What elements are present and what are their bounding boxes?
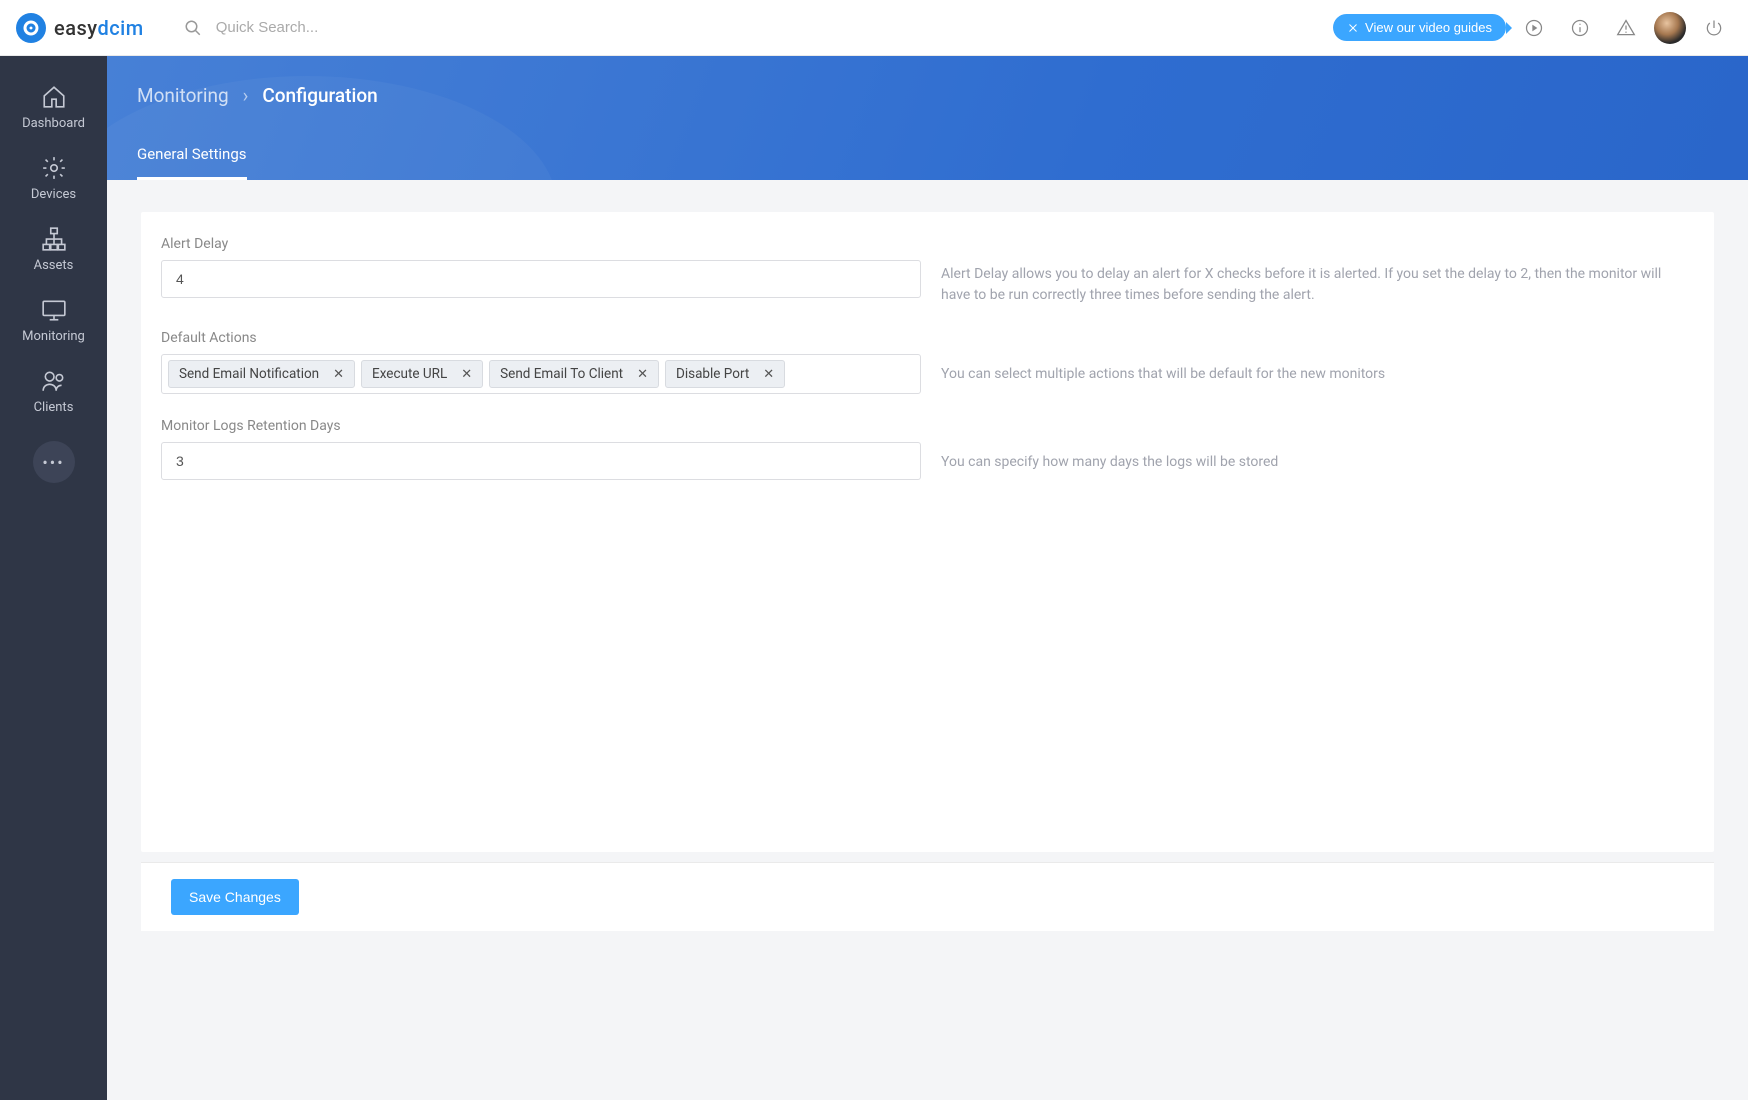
sidebar-more[interactable]: ••• xyxy=(33,441,75,483)
sidebar-item-dashboard[interactable]: Dashboard xyxy=(0,72,107,143)
sidebar-item-label: Dashboard xyxy=(22,116,85,131)
sidebar-item-assets[interactable]: Assets xyxy=(0,214,107,285)
search-icon xyxy=(184,19,202,37)
save-button[interactable]: Save Changes xyxy=(171,879,299,915)
tag-remove-icon[interactable]: ✕ xyxy=(763,367,774,382)
search-wrap xyxy=(184,19,1333,37)
info-icon xyxy=(1570,18,1590,38)
info-button[interactable] xyxy=(1562,10,1598,46)
default-actions-help: You can select multiple actions that wil… xyxy=(921,330,1694,385)
field-retention-days: Monitor Logs Retention Days You can spec… xyxy=(161,418,1694,480)
tag-label: Disable Port xyxy=(676,366,749,382)
sidebar-item-label: Monitoring xyxy=(22,329,85,344)
tabs: General Settings xyxy=(107,131,1748,180)
close-icon xyxy=(1347,22,1359,34)
top-header: easydcim View our video guides xyxy=(0,0,1748,56)
tag-label: Send Email To Client xyxy=(500,366,623,382)
users-icon xyxy=(41,368,67,394)
default-actions-input[interactable]: Send Email Notification ✕ Execute URL ✕ … xyxy=(161,354,921,394)
retention-input[interactable] xyxy=(161,442,921,480)
sidebar: Dashboard Devices Assets Monitoring Clie… xyxy=(0,56,107,1100)
settings-card: Alert Delay Alert Delay allows you to de… xyxy=(141,212,1714,852)
page-header: Monitoring › Configuration General Setti… xyxy=(107,56,1748,180)
logo-text: easydcim xyxy=(54,16,144,40)
tag-remove-icon[interactable]: ✕ xyxy=(637,367,648,382)
sidebar-item-label: Assets xyxy=(34,258,74,273)
tag-item: Disable Port ✕ xyxy=(665,360,785,388)
search-input[interactable] xyxy=(216,19,516,36)
alert-delay-help: Alert Delay allows you to delay an alert… xyxy=(921,236,1694,306)
power-button[interactable] xyxy=(1696,10,1732,46)
alert-button[interactable] xyxy=(1608,10,1644,46)
gear-icon xyxy=(41,155,67,181)
alert-delay-input[interactable] xyxy=(161,260,921,298)
tag-item: Send Email Notification ✕ xyxy=(168,360,355,388)
more-icon: ••• xyxy=(42,453,64,472)
video-guides-button[interactable]: View our video guides xyxy=(1333,14,1506,41)
tag-label: Send Email Notification xyxy=(179,366,319,382)
video-guides-label: View our video guides xyxy=(1365,20,1492,35)
field-default-actions: Default Actions Send Email Notification … xyxy=(161,330,1694,394)
chevron-right-icon: › xyxy=(243,84,249,107)
tag-remove-icon[interactable]: ✕ xyxy=(333,367,344,382)
logo-icon xyxy=(16,13,46,43)
play-circle-icon xyxy=(1524,18,1544,38)
main: Monitoring › Configuration General Setti… xyxy=(107,56,1748,1100)
home-icon xyxy=(41,84,67,110)
breadcrumb-current: Configuration xyxy=(262,84,377,107)
sidebar-item-monitoring[interactable]: Monitoring xyxy=(0,285,107,356)
retention-help: You can specify how many days the logs w… xyxy=(921,418,1694,473)
retention-label: Monitor Logs Retention Days xyxy=(161,418,921,434)
field-alert-delay: Alert Delay Alert Delay allows you to de… xyxy=(161,236,1694,306)
breadcrumb: Monitoring › Configuration xyxy=(107,56,1748,131)
sidebar-item-label: Devices xyxy=(31,187,76,202)
default-actions-label: Default Actions xyxy=(161,330,921,346)
content-area: Alert Delay Alert Delay allows you to de… xyxy=(107,180,1748,1100)
tab-general-settings[interactable]: General Settings xyxy=(137,131,247,180)
tag-label: Execute URL xyxy=(372,366,447,382)
logo[interactable]: easydcim xyxy=(16,13,144,43)
monitor-icon xyxy=(41,297,67,323)
play-button[interactable] xyxy=(1516,10,1552,46)
breadcrumb-parent[interactable]: Monitoring xyxy=(137,84,229,107)
tag-item: Execute URL ✕ xyxy=(361,360,483,388)
header-right: View our video guides xyxy=(1333,10,1732,46)
tag-remove-icon[interactable]: ✕ xyxy=(461,367,472,382)
sidebar-item-label: Clients xyxy=(34,400,74,415)
tag-item: Send Email To Client ✕ xyxy=(489,360,659,388)
alert-triangle-icon xyxy=(1616,18,1636,38)
sidebar-item-clients[interactable]: Clients xyxy=(0,356,107,427)
page-footer: Save Changes xyxy=(141,862,1714,931)
sidebar-item-devices[interactable]: Devices xyxy=(0,143,107,214)
hierarchy-icon xyxy=(41,226,67,252)
alert-delay-label: Alert Delay xyxy=(161,236,921,252)
avatar[interactable] xyxy=(1654,12,1686,44)
power-icon xyxy=(1704,18,1724,38)
